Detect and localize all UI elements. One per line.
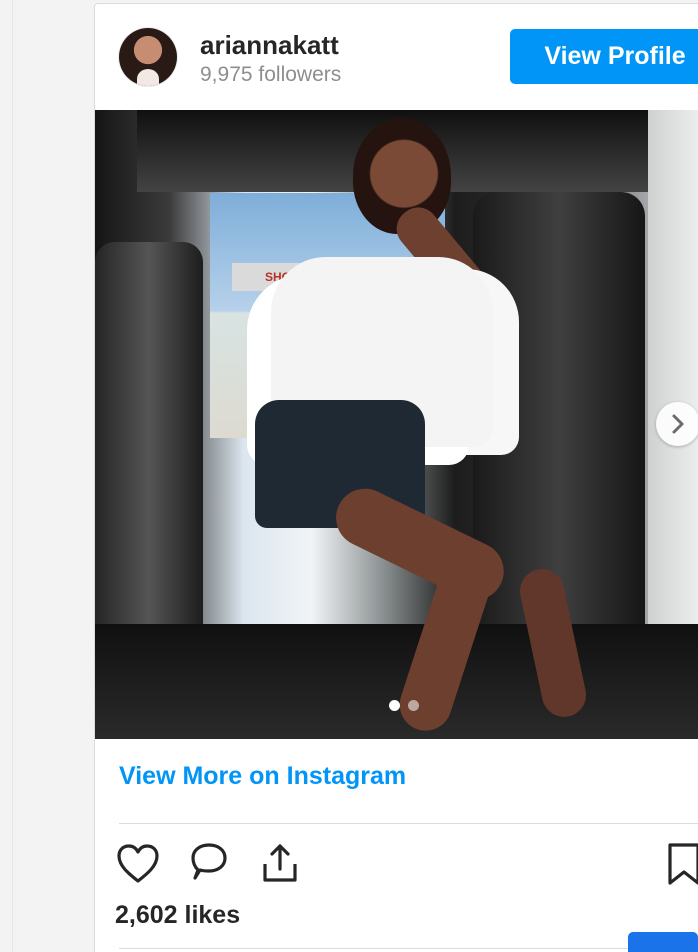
post-actions <box>95 838 698 898</box>
post-image[interactable]: SHO <box>95 110 698 739</box>
view-profile-button[interactable]: View Profile <box>510 29 698 84</box>
share-button[interactable] <box>253 838 307 892</box>
instagram-embed-page: ariannakatt 9,975 followers View Profile… <box>0 0 698 952</box>
section-divider <box>119 823 698 824</box>
like-button[interactable] <box>111 838 165 892</box>
share-icon <box>263 844 297 882</box>
left-seat <box>95 242 203 660</box>
heart-icon <box>117 844 159 883</box>
avatar[interactable] <box>119 28 177 86</box>
post-header: ariannakatt 9,975 followers View Profile <box>95 4 698 108</box>
chevron-right-icon <box>672 414 684 434</box>
follower-count: 9,975 followers <box>200 63 342 86</box>
bottom-divider <box>119 948 698 949</box>
like-count: 2,602 likes <box>115 901 241 929</box>
carousel-dot <box>408 700 419 711</box>
left-page-edge <box>12 0 13 952</box>
username[interactable]: ariannakatt <box>200 30 339 61</box>
comment-icon <box>191 843 227 880</box>
carousel-indicator <box>389 700 429 712</box>
instagram-post-card: ariannakatt 9,975 followers View Profile… <box>94 3 698 952</box>
bookmark-icon <box>668 843 698 885</box>
next-image-button[interactable] <box>656 402 698 446</box>
comment-button[interactable] <box>182 838 236 892</box>
page-action-button[interactable] <box>628 932 698 952</box>
view-more-link[interactable]: View More on Instagram <box>119 762 406 791</box>
vehicle-floor <box>95 624 698 739</box>
save-button[interactable] <box>657 838 698 892</box>
carousel-dot-active <box>389 700 400 711</box>
